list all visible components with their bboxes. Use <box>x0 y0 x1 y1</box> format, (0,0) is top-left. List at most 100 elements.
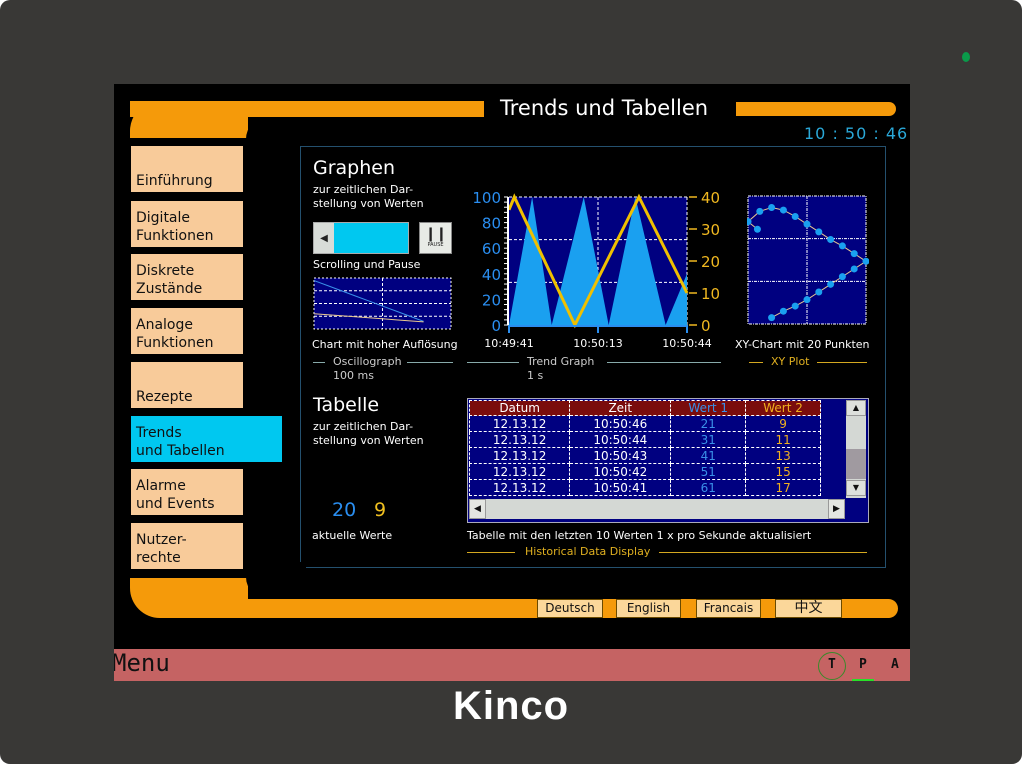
horizontal-scrollbar[interactable]: ◀ ▶ <box>469 499 845 519</box>
oscillograph-label: Oscillograph <box>333 355 402 368</box>
y-left-tick-label: 20 <box>482 291 501 309</box>
hmi-screen: Trends und Tabellen 10 : 50 : 46 Einführ… <box>114 84 910 681</box>
xy-point <box>838 273 846 281</box>
xy-point <box>791 302 799 310</box>
scroll-right-icon[interactable]: ▶ <box>828 499 845 519</box>
status-p[interactable]: P <box>859 657 867 672</box>
table-row[interactable]: 12.13.12 10:50:41 61 17 <box>468 479 821 496</box>
power-led-icon <box>962 52 970 62</box>
xy-plot-caption: XY-Chart mit 20 Punkten <box>735 338 870 351</box>
frame-decoration <box>130 101 484 117</box>
xy-point <box>768 314 776 322</box>
table-row[interactable]: 12.13.12 10:50:44 31 11 <box>468 431 821 448</box>
nav-item-alarme-und-events[interactable]: Alarme und Events <box>131 469 243 515</box>
xy-point <box>815 288 823 296</box>
nav-item-trends-und-tabellen[interactable]: Trends und Tabellen <box>131 416 282 462</box>
y-left-tick-label: 80 <box>482 215 501 233</box>
scroll-left-icon[interactable]: ◀ <box>469 499 486 519</box>
brand-logo: Kinco <box>452 684 570 728</box>
nav-item-nutzerrechte[interactable]: Nutzer-rechte <box>131 523 243 569</box>
y-right-tick-label: 0 <box>701 317 711 335</box>
language-button-deutsch[interactable]: Deutsch <box>537 599 603 618</box>
clock: 10 : 50 : 46 <box>804 124 909 143</box>
xy-point <box>779 307 787 315</box>
scroll-caption: Scrolling und Pause <box>313 258 421 271</box>
y-right-tick-label: 10 <box>701 285 720 303</box>
frame-decoration <box>736 102 896 116</box>
language-button-english[interactable]: English <box>616 599 681 618</box>
nav-item-digitale-funktionen[interactable]: Digitale Funktionen <box>131 201 243 247</box>
status-bar: Menu T P A <box>114 649 910 681</box>
y-left-tick-label: 40 <box>482 266 501 284</box>
menu-button[interactable]: Menu <box>114 649 170 677</box>
x-tick-label: 10:49:41 <box>484 337 533 350</box>
y-right-tick-label: 20 <box>701 253 720 271</box>
xy-point <box>827 280 835 288</box>
nav-item-diskrete-zustaende[interactable]: Diskrete Zustände <box>131 254 243 300</box>
language-button-chinese[interactable]: 中文 <box>775 599 842 618</box>
page-title: Trends und Tabellen <box>500 96 709 120</box>
tabelle-subtitle: zur zeitlichen Dar- stellung von Werten <box>313 420 424 447</box>
column-header-wert-1[interactable]: Wert 1 <box>670 400 747 416</box>
x-tick-label: 10:50:13 <box>573 337 622 350</box>
frame-decoration <box>130 578 248 618</box>
current-values-label: aktuelle Werte <box>312 529 393 542</box>
y-left-tick-label: 100 <box>472 189 501 207</box>
status-a[interactable]: A <box>891 657 899 672</box>
scroll-slider[interactable]: ◀ <box>313 222 409 254</box>
xy-point <box>768 204 776 212</box>
trend-graph-interval: 1 s <box>527 369 544 382</box>
column-header-datum[interactable]: Datum <box>468 400 571 416</box>
content-panel: Graphen zur zeitlichen Dar- stellung von… <box>300 146 886 568</box>
status-t[interactable]: T <box>828 657 836 672</box>
y-left-tick-label: 60 <box>482 240 501 258</box>
x-tick-label: 10:50:44 <box>662 337 711 350</box>
graphen-title: Graphen <box>313 157 396 179</box>
xy-point <box>815 228 823 236</box>
xy-point <box>850 250 858 258</box>
status-p-indicator <box>852 679 874 681</box>
scrollbar-thumb[interactable] <box>846 449 866 479</box>
scroll-down-icon[interactable]: ▼ <box>846 480 866 496</box>
table-row[interactable]: 12.13.12 10:50:42 51 15 <box>468 463 821 480</box>
historical-data-label: Historical Data Display <box>525 545 651 558</box>
table-caption: Tabelle mit den letzten 10 Werten 1 x pr… <box>467 529 812 542</box>
language-button-francais[interactable]: Francais <box>696 599 761 618</box>
pause-button[interactable]: ❙❙ PAUSE <box>419 222 452 254</box>
xy-point <box>827 236 835 244</box>
nav-item-einfuehrung[interactable]: Einführung <box>131 146 243 192</box>
nav-item-rezepte[interactable]: Rezepte <box>131 362 243 408</box>
xy-point <box>756 207 764 215</box>
table-header-row: Datum Zeit Wert 1 Wert 2 <box>468 400 821 416</box>
xy-point <box>850 265 858 273</box>
graphen-subtitle: zur zeitlichen Dar- stellung von Werten <box>313 183 424 210</box>
column-header-zeit[interactable]: Zeit <box>569 400 672 416</box>
pause-icon: ❙❙ <box>424 226 447 242</box>
xy-point <box>838 242 846 250</box>
scroll-up-icon[interactable]: ▲ <box>846 400 866 416</box>
y-right-tick-label: 30 <box>701 221 720 239</box>
table-row[interactable]: 12.13.12 10:50:43 41 13 <box>468 447 821 464</box>
oscillograph-caption: Chart mit hoher Auflösung <box>312 338 458 351</box>
xy-point <box>791 212 799 220</box>
tabelle-title: Tabelle <box>313 394 380 416</box>
vertical-scrollbar[interactable]: ▲ ▼ <box>846 400 866 498</box>
trend-graph-chart: 0 20 40 60 80 100 0 10 20 30 40 10:49:41 10:50:13 10:… <box>472 189 720 350</box>
xy-plot-label: XY Plot <box>771 355 810 368</box>
column-header-wert-2[interactable]: Wert 2 <box>745 400 821 416</box>
oscillograph-chart <box>313 277 452 330</box>
trend-graph-label: Trend Graph <box>527 355 595 368</box>
historical-data-table: Datum Zeit Wert 1 Wert 2 12.13.12 10:50:4… <box>467 398 869 523</box>
y-left-tick-label: 0 <box>491 317 501 335</box>
xy-point <box>753 225 761 233</box>
nav-item-analoge-funktionen[interactable]: Analoge Funktionen <box>131 308 243 354</box>
oscillograph-interval: 100 ms <box>333 369 374 382</box>
xy-plot-chart <box>747 195 869 325</box>
triangle-left-icon[interactable]: ◀ <box>314 223 334 253</box>
y-right-tick-label: 40 <box>701 189 720 207</box>
xy-point <box>803 296 811 304</box>
table-row[interactable]: 12.13.12 10:50:46 21 9 <box>468 415 821 432</box>
current-value-2: 9 <box>374 499 387 521</box>
current-value-1: 20 <box>332 499 357 521</box>
xy-point <box>779 206 787 214</box>
